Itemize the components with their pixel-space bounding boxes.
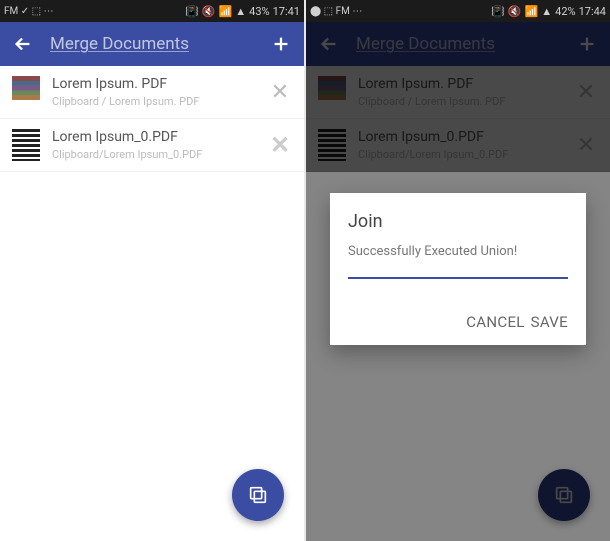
signal-icon: ▲ [235, 5, 246, 18]
file-name: Lorem Ipsum. PDF [52, 76, 256, 92]
status-left: FM ✓ ⬚ ⋯ [4, 6, 54, 17]
clock-time: 17:41 [273, 5, 300, 18]
back-button[interactable] [12, 33, 34, 55]
mute-icon: 🔇 [508, 5, 522, 18]
mute-icon: 🔇 [202, 5, 216, 18]
file-item[interactable]: Lorem Ipsum_0.PDF Clipboard/Lorem Ipsum_… [0, 119, 304, 172]
file-item[interactable]: Lorem Ipsum. PDF Clipboard / Lorem Ipsum… [0, 66, 304, 119]
dialog-title: Join [348, 211, 568, 232]
save-button[interactable]: SAVE [531, 313, 568, 331]
file-info: Lorem Ipsum_0.PDF Clipboard/Lorem Ipsum_… [52, 129, 256, 161]
merge-fab-button[interactable] [232, 469, 284, 521]
status-bar: ⬤ ⬚ FM ⋯ 📳 🔇 📶 ▲ 42% 17:44 [306, 0, 610, 22]
remove-file-button[interactable]: ✕ [268, 131, 292, 159]
status-left-text: ⬤ ⬚ FM ⋯ [310, 6, 362, 17]
status-right: 📳 🔇 📶 ▲ 42% 17:44 [491, 5, 606, 18]
file-list: Lorem Ipsum. PDF Clipboard / Lorem Ipsum… [0, 66, 304, 172]
dialog-actions: CANCEL SAVE [348, 313, 568, 331]
add-file-button[interactable] [270, 33, 292, 55]
wifi-icon: 📶 [525, 5, 539, 18]
phone-screen-right: ⬤ ⬚ FM ⋯ 📳 🔇 📶 ▲ 42% 17:44 Merge Documen… [306, 0, 610, 541]
vibrate-icon: 📳 [491, 5, 505, 18]
dialog-input[interactable] [348, 277, 568, 279]
app-bar: Merge Documents [0, 22, 304, 66]
clock-time: 17:44 [579, 5, 606, 18]
file-path: Clipboard / Lorem Ipsum. PDF [52, 95, 256, 108]
wifi-icon: 📶 [219, 5, 233, 18]
battery-percent: 42% [555, 5, 575, 18]
join-dialog: Join Successfully Executed Union! CANCEL… [330, 193, 586, 345]
remove-file-button[interactable]: ✕ [268, 80, 292, 105]
status-bar: FM ✓ ⬚ ⋯ 📳 🔇 📶 ▲ 43% 17:41 [0, 0, 304, 22]
cancel-button[interactable]: CANCEL [466, 313, 524, 331]
battery-percent: 43% [249, 5, 269, 18]
phone-screen-left: FM ✓ ⬚ ⋯ 📳 🔇 📶 ▲ 43% 17:41 Merge Documen… [0, 0, 304, 541]
file-path: Clipboard/Lorem Ipsum_0.PDF [52, 148, 256, 161]
pdf-thumb-icon [12, 76, 40, 108]
signal-icon: ▲ [541, 5, 552, 18]
pdf-thumb-icon [12, 129, 40, 161]
file-info: Lorem Ipsum. PDF Clipboard / Lorem Ipsum… [52, 76, 256, 108]
app-bar-title: Merge Documents [50, 34, 254, 54]
status-left-text: FM ✓ ⬚ ⋯ [4, 6, 54, 17]
file-name: Lorem Ipsum_0.PDF [52, 129, 256, 145]
status-right: 📳 🔇 📶 ▲ 43% 17:41 [185, 5, 300, 18]
status-left: ⬤ ⬚ FM ⋯ [310, 6, 362, 17]
vibrate-icon: 📳 [185, 5, 199, 18]
dialog-message: Successfully Executed Union! [348, 244, 568, 259]
